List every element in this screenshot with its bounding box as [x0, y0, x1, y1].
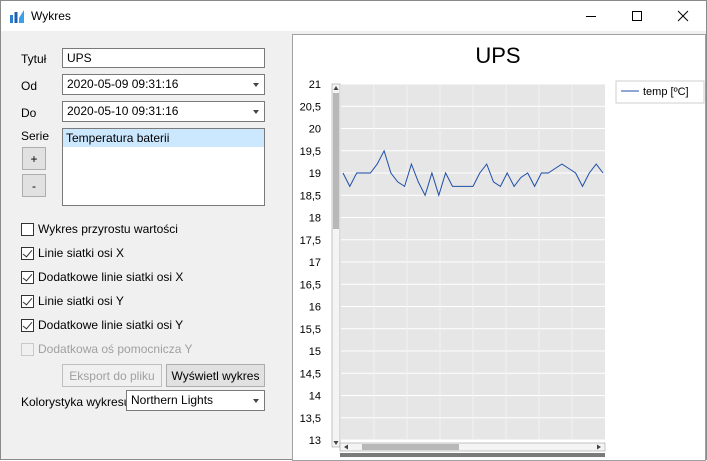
checkbox-row-growth[interactable]: Wykres przyrostu wartości — [21, 221, 178, 237]
palette-label: Kolorystyka wykresu: — [21, 395, 134, 409]
checkbox-row-y-minor-grid[interactable]: Dodatkowe linie siatki osi Y — [21, 317, 183, 333]
to-datetime-value: 2020-05-10 09:31:16 — [67, 104, 179, 118]
y-tick-label: 17,5 — [300, 235, 321, 247]
y-tick-label: 19 — [309, 168, 321, 180]
minimize-button[interactable] — [568, 1, 614, 31]
checkbox-label: Dodatkowa oś pomocnicza Y — [38, 342, 193, 356]
legend-label: temp [ºC] — [643, 86, 689, 98]
chart-app-icon — [10, 10, 24, 23]
title-label: Tytuł — [21, 52, 47, 66]
y-tick-label: 20 — [309, 124, 321, 136]
y-tick-label: 15,5 — [300, 324, 321, 336]
horizontal-scroll-thumb[interactable] — [362, 444, 459, 450]
from-datetime-value: 2020-05-09 09:31:16 — [67, 77, 179, 91]
show-chart-button[interactable]: Wyświetl wykres — [166, 364, 265, 387]
to-datetime-picker[interactable]: 2020-05-10 09:31:16 — [62, 101, 265, 122]
chevron-down-icon[interactable] — [253, 399, 259, 403]
title-bar[interactable]: Wykres — [1, 1, 706, 31]
export-button: Eksport do pliku — [62, 364, 162, 387]
checkbox-x-grid[interactable] — [21, 246, 34, 260]
chevron-down-icon[interactable] — [253, 83, 259, 87]
checkbox-row-x-minor-grid[interactable]: Dodatkowe linie siatki osi X — [21, 269, 183, 285]
checkbox-row-secondary-y: Dodatkowa oś pomocnicza Y — [21, 341, 193, 357]
from-label: Od — [21, 79, 38, 93]
list-item[interactable]: Temperatura baterii — [63, 129, 264, 147]
legend: temp [ºC] — [615, 80, 705, 104]
add-series-button[interactable]: + — [22, 147, 46, 170]
y-tick-label: 21 — [309, 79, 321, 91]
chart-window: Wykres Tytuł UPS Od 2020-05-09 09:31:16 … — [0, 0, 707, 461]
checkbox-label: Dodatkowe linie siatki osi X — [38, 270, 184, 284]
from-datetime-picker[interactable]: 2020-05-09 09:31:16 — [62, 74, 265, 95]
palette-dropdown[interactable]: Northern Lights — [126, 390, 265, 411]
checkbox-row-y-grid[interactable]: Linie siatki osi Y — [21, 293, 124, 309]
y-tick-label: 13,5 — [300, 413, 321, 425]
close-button[interactable] — [660, 1, 706, 31]
y-axis-tick-labels: 21 20,5 20 19,5 19 18,5 18 17,5 17 16,5 16 15,5 15 14… — [300, 79, 321, 447]
chart-title: UPS — [475, 43, 520, 68]
y-tick-label: 13 — [309, 435, 321, 447]
maximize-icon — [632, 11, 642, 21]
palette-value: Northern Lights — [131, 393, 214, 407]
title-input[interactable]: UPS — [62, 48, 265, 68]
checkbox-label: Dodatkowe linie siatki osi Y — [38, 318, 184, 332]
checkbox-y-minor-grid[interactable] — [21, 318, 34, 332]
y-tick-label: 14 — [309, 391, 321, 403]
checkbox-x-minor-grid[interactable] — [21, 270, 34, 284]
chevron-down-icon[interactable] — [253, 110, 259, 114]
y-tick-label: 20,5 — [300, 101, 321, 113]
y-tick-label: 14,5 — [300, 368, 321, 380]
minimize-icon — [586, 16, 596, 17]
series-label: Serie — [21, 129, 50, 143]
y-tick-label: 15 — [309, 346, 321, 358]
checkbox-growth[interactable] — [21, 222, 34, 236]
close-icon — [677, 10, 689, 22]
line-chart: UPS 21 20,5 20 19,5 19 18,5 18 17,5 17 16,5 16 15,5… — [300, 43, 705, 457]
y-tick-label: 16 — [309, 302, 321, 314]
vertical-scrollbar[interactable] — [331, 83, 341, 448]
checkbox-y-grid[interactable] — [21, 294, 34, 308]
to-label: Do — [21, 106, 37, 120]
checkbox-row-x-grid[interactable]: Linie siatki osi X — [21, 245, 124, 261]
y-tick-label: 19,5 — [300, 146, 321, 158]
horizontal-scrollbar[interactable] — [339, 442, 606, 452]
series-list[interactable]: Temperatura baterii — [62, 128, 265, 206]
window-title: Wykres — [31, 9, 71, 23]
vertical-scroll-thumb[interactable] — [333, 93, 339, 229]
checkbox-label: Linie siatki osi Y — [38, 294, 124, 308]
chart-panel: UPS 21 20,5 20 19,5 19 18,5 18 17,5 17 16,5 16 15,5… — [292, 34, 706, 461]
checkbox-label: Wykres przyrostu wartości — [38, 222, 178, 236]
maximize-button[interactable] — [614, 1, 660, 31]
checkbox-label: Linie siatki osi X — [38, 246, 125, 260]
checkbox-secondary-y — [21, 342, 34, 356]
remove-series-button[interactable]: - — [22, 174, 46, 197]
y-tick-label: 17 — [309, 257, 321, 269]
y-tick-label: 18,5 — [300, 190, 321, 202]
y-tick-label: 18 — [309, 213, 321, 225]
y-tick-label: 16,5 — [300, 279, 321, 291]
